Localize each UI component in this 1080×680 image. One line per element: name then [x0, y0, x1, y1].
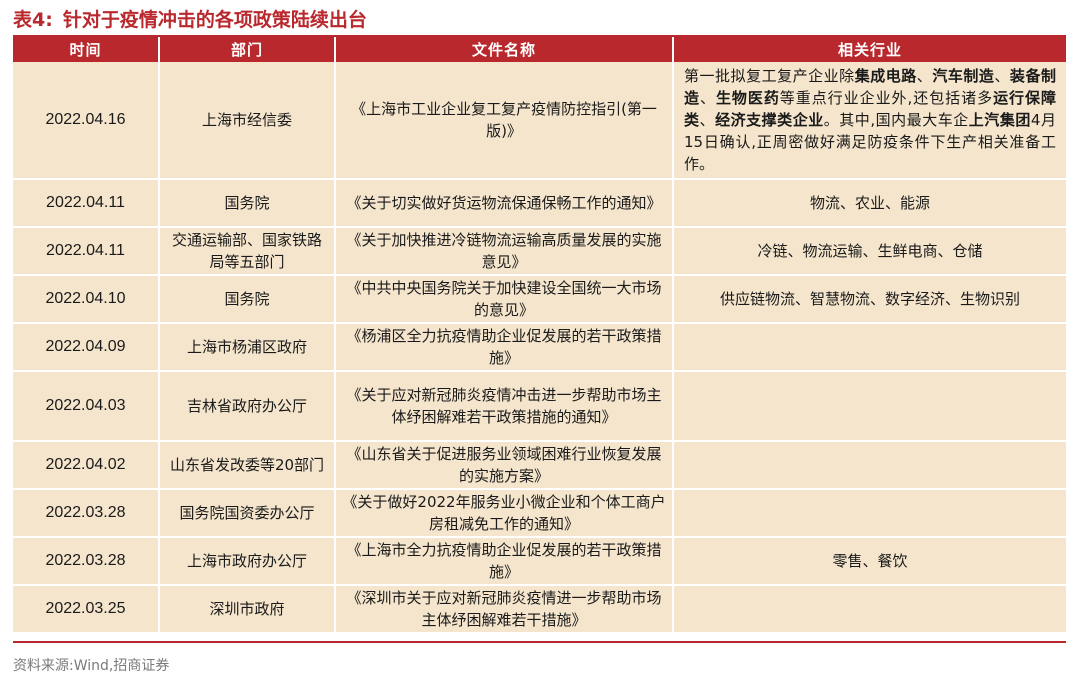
cell-date: 2022.03.28 — [13, 489, 159, 538]
table-row: 2022.04.16 上海市经信委 《上海市工业企业复工复产疫情防控指引(第一版… — [13, 62, 1066, 180]
cell-department: 国务院 — [158, 275, 335, 324]
cell-industry: 冷链、物流运输、生鲜电商、仓储 — [672, 227, 1066, 276]
cell-department: 国务院 — [158, 179, 335, 228]
cell-document: 《关于加快推进冷链物流运输高质量发展的实施意见》 — [334, 227, 673, 276]
table-row: 2022.04.02 山东省发改委等20部门 《山东省关于促进服务业领域困难行业… — [13, 441, 1066, 490]
cell-date: 2022.04.09 — [13, 323, 159, 372]
cell-industry — [672, 585, 1066, 634]
cell-document: 《关于做好2022年服务业小微企业和个体工商户房租减免工作的通知》 — [334, 489, 673, 538]
cell-date: 2022.03.28 — [13, 537, 159, 586]
header-date: 时间 — [13, 37, 159, 62]
cell-document: 《山东省关于促进服务业领域困难行业恢复发展的实施方案》 — [334, 441, 673, 490]
cell-document: 《杨浦区全力抗疫情助企业促发展的若干政策措施》 — [334, 323, 673, 372]
cell-document: 《中共中央国务院关于加快建设全国统一大市场的意见》 — [334, 275, 673, 324]
table-row: 2022.03.28 上海市政府办公厅 《上海市全力抗疫情助企业促发展的若干政策… — [13, 537, 1066, 586]
table-row: 2022.04.11 交通运输部、国家铁路局等五部门 《关于加快推进冷链物流运输… — [13, 227, 1066, 276]
table-row: 2022.04.09 上海市杨浦区政府 《杨浦区全力抗疫情助企业促发展的若干政策… — [13, 323, 1066, 372]
table-title: 表4: 针对于疫情冲击的各项政策陆续出台 — [13, 6, 367, 34]
table-header: 时间 部门 文件名称 相关行业 — [13, 37, 1066, 62]
header-industry: 相关行业 — [672, 37, 1066, 62]
cell-date: 2022.04.03 — [13, 371, 159, 442]
cell-date: 2022.04.10 — [13, 275, 159, 324]
cell-industry: 第一批拟复工复产企业除集成电路、汽车制造、装备制造、生物医药等重点行业企业外,还… — [672, 62, 1066, 180]
header-row: 时间 部门 文件名称 相关行业 — [13, 37, 1066, 62]
cell-industry — [672, 323, 1066, 372]
table-row: 2022.04.03 吉林省政府办公厅 《关于应对新冠肺炎疫情冲击进一步帮助市场… — [13, 371, 1066, 442]
source-note: 资料来源:Wind,招商证券 — [13, 658, 170, 674]
cell-department: 上海市政府办公厅 — [158, 537, 335, 586]
cell-document: 《上海市全力抗疫情助企业促发展的若干政策措施》 — [334, 537, 673, 586]
header-document: 文件名称 — [334, 37, 673, 62]
cell-department: 国务院国资委办公厅 — [158, 489, 335, 538]
table-body: 2022.04.16 上海市经信委 《上海市工业企业复工复产疫情防控指引(第一版… — [13, 62, 1066, 634]
table-number: 表4: — [13, 9, 53, 31]
policy-table: 时间 部门 文件名称 相关行业 2022.04.16 上海市经信委 《上海市工业… — [13, 37, 1066, 634]
cell-department: 交通运输部、国家铁路局等五部门 — [158, 227, 335, 276]
cell-department: 吉林省政府办公厅 — [158, 371, 335, 442]
cell-industry — [672, 489, 1066, 538]
cell-department: 上海市杨浦区政府 — [158, 323, 335, 372]
cell-date: 2022.03.25 — [13, 585, 159, 634]
cell-date: 2022.04.16 — [13, 62, 159, 180]
cell-industry: 物流、农业、能源 — [672, 179, 1066, 228]
header-department: 部门 — [158, 37, 335, 62]
cell-document: 《关于切实做好货运物流保通保畅工作的通知》 — [334, 179, 673, 228]
cell-industry — [672, 441, 1066, 490]
table-row: 2022.04.11 国务院 《关于切实做好货运物流保通保畅工作的通知》 物流、… — [13, 179, 1066, 228]
cell-document: 《上海市工业企业复工复产疫情防控指引(第一版)》 — [334, 62, 673, 180]
table-row: 2022.04.10 国务院 《中共中央国务院关于加快建设全国统一大市场的意见》… — [13, 275, 1066, 324]
cell-department: 上海市经信委 — [158, 62, 335, 180]
cell-date: 2022.04.11 — [13, 227, 159, 276]
table-row: 2022.03.25 深圳市政府 《深圳市关于应对新冠肺炎疫情进一步帮助市场主体… — [13, 585, 1066, 634]
cell-date: 2022.04.02 — [13, 441, 159, 490]
cell-industry: 零售、餐饮 — [672, 537, 1066, 586]
cell-industry — [672, 371, 1066, 442]
cell-department: 山东省发改委等20部门 — [158, 441, 335, 490]
cell-document: 《关于应对新冠肺炎疫情冲击进一步帮助市场主体纾困解难若干政策措施的通知》 — [334, 371, 673, 442]
table-row: 2022.03.28 国务院国资委办公厅 《关于做好2022年服务业小微企业和个… — [13, 489, 1066, 538]
cell-industry: 供应链物流、智慧物流、数字经济、生物识别 — [672, 275, 1066, 324]
bottom-divider — [13, 641, 1066, 643]
cell-document: 《深圳市关于应对新冠肺炎疫情进一步帮助市场主体纾困解难若干措施》 — [334, 585, 673, 634]
table-title-text: 针对于疫情冲击的各项政策陆续出台 — [62, 9, 367, 31]
cell-department: 深圳市政府 — [158, 585, 335, 634]
cell-date: 2022.04.11 — [13, 179, 159, 228]
